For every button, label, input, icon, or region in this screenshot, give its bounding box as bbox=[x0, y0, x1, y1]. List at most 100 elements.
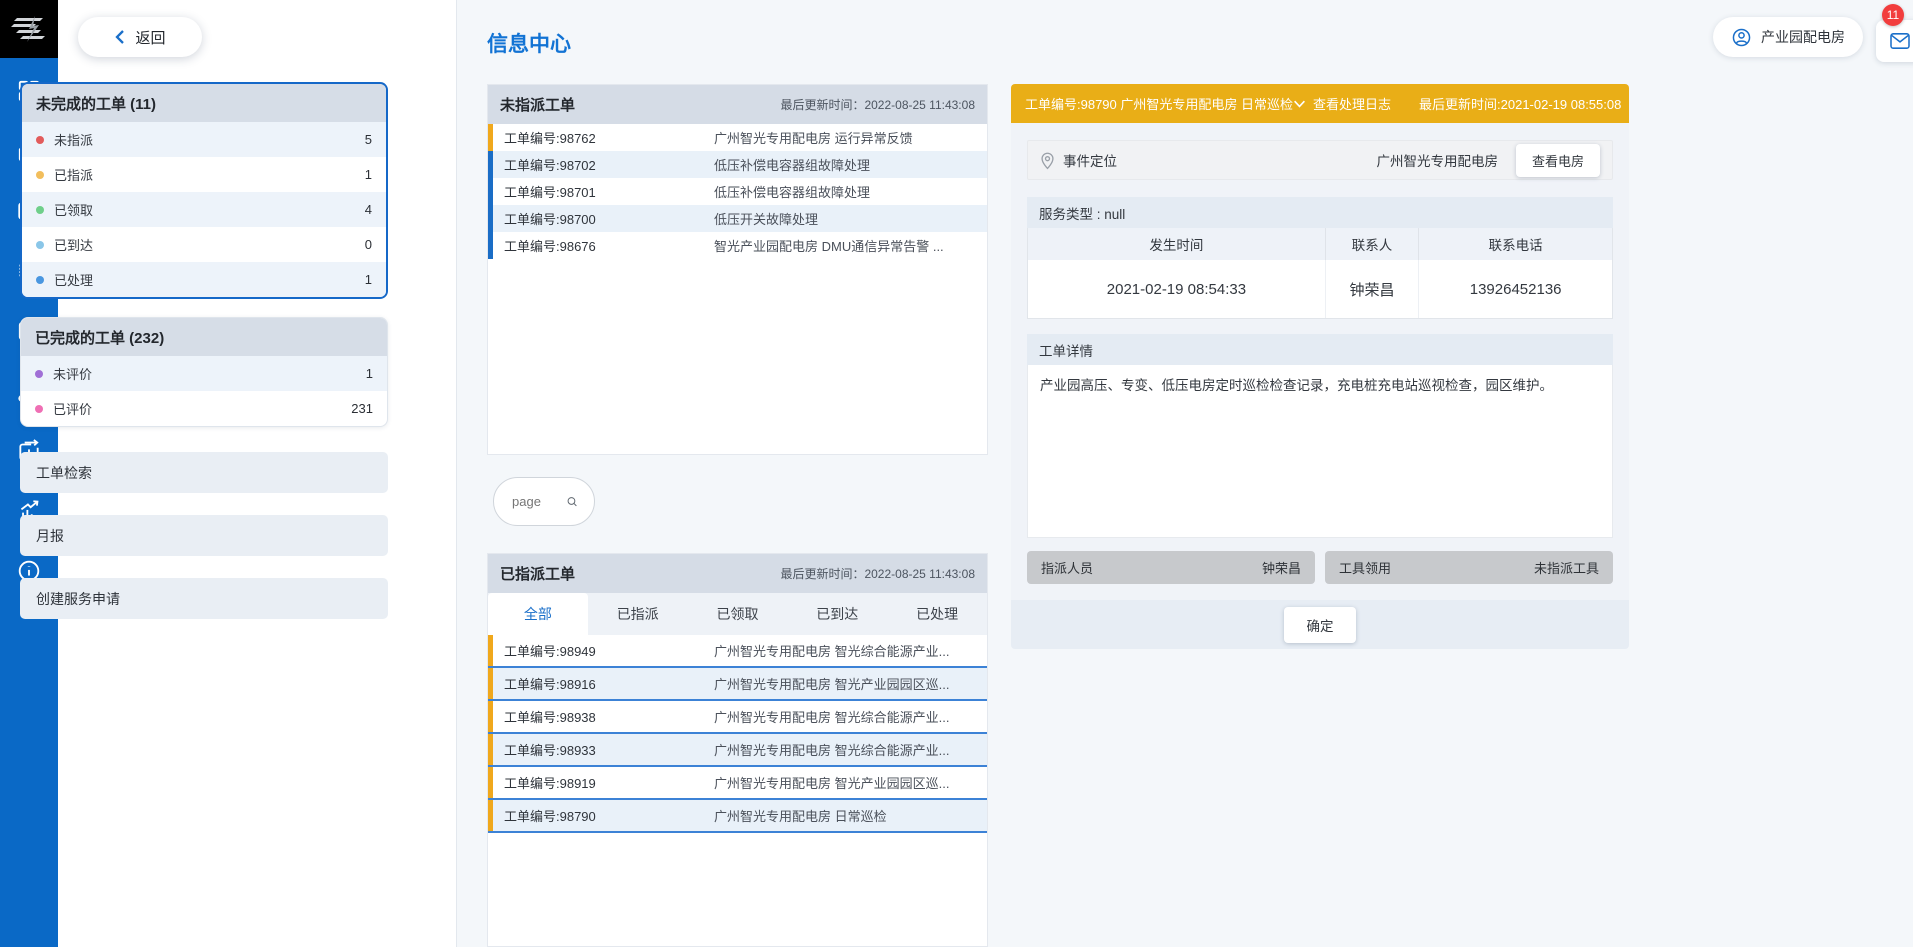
finished-orders-card: 已完成的工单 (232) 未评价 1 已评价 231 bbox=[20, 317, 388, 427]
confirm-button[interactable]: 确定 bbox=[1284, 607, 1356, 643]
order-id: 工单编号:98916 bbox=[504, 674, 714, 693]
status-count: 5 bbox=[365, 132, 372, 147]
assignee-value: 钟荣昌 bbox=[1262, 558, 1301, 577]
assigned-panel-header: 已指派工单 最后更新时间：2022-08-25 11:43:08 bbox=[488, 554, 987, 593]
tools-bar[interactable]: 工具领用 未指派工具 bbox=[1325, 551, 1613, 584]
order-row[interactable]: 工单编号:98702 低压补偿电容器组故障处理 bbox=[488, 151, 987, 178]
order-row[interactable]: 工单编号:98701 低压补偿电容器组故障处理 bbox=[488, 178, 987, 205]
occurred-time-value: 2021-02-19 08:54:33 bbox=[1028, 260, 1326, 318]
order-row-selected[interactable]: 工单编号:98790 广州智光专用配电房 日常巡检 bbox=[488, 800, 987, 833]
order-row[interactable]: 工单编号:98916 广州智光专用配电房 智光产业园园区巡... bbox=[488, 668, 987, 701]
assignee-label: 指派人员 bbox=[1041, 558, 1093, 577]
menu-item-create-service-request[interactable]: 创建服务申请 bbox=[20, 578, 388, 619]
assignment-bars: 指派人员 钟荣昌 工具领用 未指派工具 bbox=[1027, 551, 1613, 584]
status-dot bbox=[36, 276, 44, 284]
order-id: 工单编号:98949 bbox=[504, 641, 714, 660]
unassigned-panel-title: 未指派工单 bbox=[500, 94, 575, 115]
detail-banner-title: 工单编号:98790 广州智光专用配电房 日常巡检 bbox=[1025, 94, 1293, 113]
status-dot bbox=[35, 405, 43, 413]
order-row[interactable]: 工单编号:98700 低压开关故障处理 bbox=[488, 205, 987, 232]
menu-item-monthly-report[interactable]: 月报 bbox=[20, 515, 388, 556]
view-power-room-button[interactable]: 查看电房 bbox=[1516, 144, 1600, 177]
event-location-value: 广州智光专用配电房 bbox=[1377, 150, 1499, 170]
tools-label: 工具领用 bbox=[1339, 558, 1391, 577]
priority-bar bbox=[488, 124, 493, 151]
status-row-claimed[interactable]: 已领取 4 bbox=[22, 192, 386, 227]
chevron-down-icon bbox=[1293, 99, 1306, 109]
status-count: 1 bbox=[365, 272, 372, 287]
status-row-unrated[interactable]: 未评价 1 bbox=[21, 356, 387, 391]
messages-button[interactable] bbox=[1876, 20, 1913, 62]
assigned-panel-updated: 最后更新时间：2022-08-25 11:43:08 bbox=[780, 565, 975, 582]
order-row[interactable]: 工单编号:98919 广州智光专用配电房 智光产业园园区巡... bbox=[488, 767, 987, 800]
detail-banner-updated: 最后更新时间:2021-02-19 08:55:08 bbox=[1419, 94, 1621, 113]
menu-item-order-search[interactable]: 工单检索 bbox=[20, 452, 388, 493]
unassigned-panel-updated: 最后更新时间：2022-08-25 11:43:08 bbox=[780, 96, 975, 113]
order-row[interactable]: 工单编号:98762 广州智光专用配电房 运行异常反馈 bbox=[488, 124, 987, 151]
col-contact-phone: 联系电话 bbox=[1419, 228, 1612, 260]
unfinished-orders-card: 未完成的工单 (11) 未指派 5 已指派 1 已领取 4 已到达 0 已处理 … bbox=[20, 82, 388, 299]
unassigned-orders-panel: 未指派工单 最后更新时间：2022-08-25 11:43:08 工单编号:98… bbox=[487, 84, 988, 455]
order-desc: 广州智光专用配电房 智光综合能源产业... bbox=[714, 740, 977, 759]
tools-value: 未指派工具 bbox=[1534, 558, 1599, 577]
back-button[interactable]: 返回 bbox=[78, 17, 202, 57]
menu-item-label: 工单检索 bbox=[36, 463, 92, 483]
current-room-button[interactable]: 产业园配电房 bbox=[1713, 17, 1863, 57]
priority-bar bbox=[488, 668, 493, 699]
status-row-unassigned[interactable]: 未指派 5 bbox=[22, 122, 386, 157]
tab-claimed[interactable]: 已领取 bbox=[688, 593, 788, 635]
order-id: 工单编号:98702 bbox=[504, 155, 714, 174]
assigned-tabs: 全部 已指派 已领取 已到达 已处理 bbox=[488, 593, 987, 635]
priority-bar bbox=[488, 701, 493, 732]
contact-table-header: 发生时间 联系人 联系电话 bbox=[1028, 228, 1612, 260]
priority-bar bbox=[488, 205, 493, 232]
order-desc: 广州智光专用配电房 日常巡检 bbox=[714, 806, 977, 825]
priority-bar bbox=[488, 178, 493, 205]
finished-card-title: 已完成的工单 (232) bbox=[21, 318, 387, 356]
view-log-label: 查看处理日志 bbox=[1313, 94, 1391, 113]
status-label: 已评价 bbox=[53, 399, 92, 418]
order-id: 工单编号:98919 bbox=[504, 773, 714, 792]
status-row-processed[interactable]: 已处理 1 bbox=[22, 262, 386, 297]
order-desc: 低压开关故障处理 bbox=[714, 209, 977, 228]
back-button-label: 返回 bbox=[135, 27, 165, 48]
chevron-left-icon bbox=[114, 29, 126, 45]
assignee-bar[interactable]: 指派人员 钟荣昌 bbox=[1027, 551, 1315, 584]
status-row-assigned[interactable]: 已指派 1 bbox=[22, 157, 386, 192]
page-search-input[interactable] bbox=[510, 493, 558, 510]
logo-icon bbox=[9, 15, 49, 43]
page-search[interactable] bbox=[493, 477, 595, 526]
order-id: 工单编号:98938 bbox=[504, 707, 714, 726]
order-id: 工单编号:98933 bbox=[504, 740, 714, 759]
tab-arrived[interactable]: 已到达 bbox=[787, 593, 887, 635]
col-contact-name: 联系人 bbox=[1326, 228, 1419, 260]
event-location-row: 事件定位 广州智光专用配电房 查看电房 bbox=[1027, 140, 1613, 180]
order-row[interactable]: 工单编号:98933 广州智光专用配电房 智光综合能源产业... bbox=[488, 734, 987, 767]
status-count: 1 bbox=[365, 167, 372, 182]
status-label: 已领取 bbox=[54, 200, 93, 219]
order-row[interactable]: 工单编号:98676 智光产业园配电房 DMU通信异常告警 ... bbox=[488, 232, 987, 259]
menu-item-label: 月报 bbox=[36, 526, 64, 546]
view-log-link[interactable]: 查看处理日志 bbox=[1293, 94, 1391, 113]
order-row[interactable]: 工单编号:98949 广州智光专用配电房 智光综合能源产业... bbox=[488, 635, 987, 668]
status-dot bbox=[36, 136, 44, 144]
assigned-orders-panel: 已指派工单 最后更新时间：2022-08-25 11:43:08 全部 已指派 … bbox=[487, 553, 988, 947]
order-desc: 广州智光专用配电房 智光产业园园区巡... bbox=[714, 674, 977, 693]
order-id: 工单编号:98762 bbox=[504, 128, 714, 147]
status-row-rated[interactable]: 已评价 231 bbox=[21, 391, 387, 426]
tab-processed[interactable]: 已处理 bbox=[887, 593, 987, 635]
tab-all[interactable]: 全部 bbox=[488, 593, 588, 635]
order-id: 工单编号:98676 bbox=[504, 236, 714, 255]
tab-assigned[interactable]: 已指派 bbox=[588, 593, 688, 635]
order-desc: 低压补偿电容器组故障处理 bbox=[714, 155, 977, 174]
contact-table: 发生时间 联系人 联系电话 2021-02-19 08:54:33 钟荣昌 13… bbox=[1027, 228, 1613, 319]
mail-icon bbox=[1889, 32, 1911, 50]
search-icon[interactable] bbox=[566, 492, 578, 511]
current-room-label: 产业园配电房 bbox=[1761, 27, 1845, 47]
status-row-arrived[interactable]: 已到达 0 bbox=[22, 227, 386, 262]
unassigned-panel-header: 未指派工单 最后更新时间：2022-08-25 11:43:08 bbox=[488, 85, 987, 124]
order-row[interactable]: 工单编号:98938 广州智光专用配电房 智光综合能源产业... bbox=[488, 701, 987, 734]
status-label: 未指派 bbox=[54, 130, 93, 149]
status-dot bbox=[35, 370, 43, 378]
order-id: 工单编号:98701 bbox=[504, 182, 714, 201]
